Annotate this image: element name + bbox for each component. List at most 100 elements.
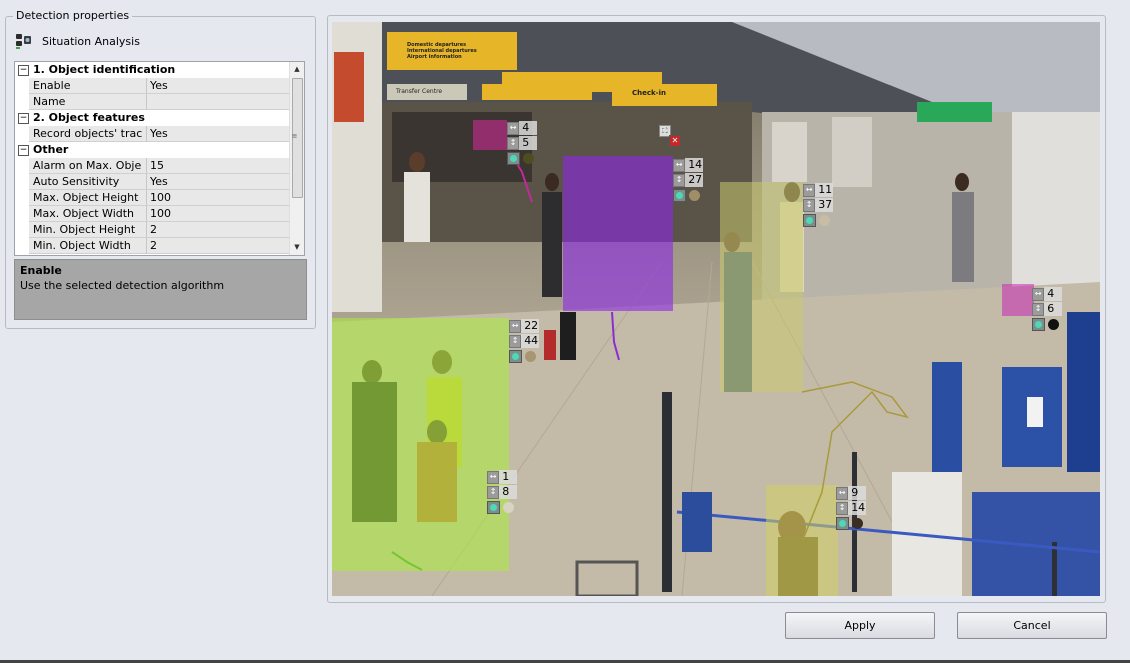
height-icon: ↕ [673, 173, 686, 187]
property-row-name[interactable]: Name [15, 94, 289, 110]
detection-height: 44 [521, 334, 539, 348]
detection-height: 14 [848, 501, 866, 515]
detection-label: ↔ 11 ↕ 37 [803, 183, 833, 229]
height-icon: ↕ [803, 198, 816, 212]
detection-properties-title: Detection properties [13, 9, 133, 22]
property-name: Max. Object Height [29, 190, 146, 206]
width-icon: ↔ [1032, 287, 1045, 301]
description-title: Enable [20, 264, 62, 277]
color-swatch [525, 350, 536, 362]
height-icon: ↕ [507, 136, 520, 150]
close-icon[interactable]: ✕ [669, 135, 681, 147]
category-object-identification[interactable]: − 1. Object identification [15, 62, 289, 78]
color-swatch [503, 501, 514, 513]
cancel-button[interactable]: Cancel [957, 612, 1107, 639]
color-swatch [819, 214, 830, 226]
property-name: Min. Object Width [29, 238, 146, 254]
height-icon: ↕ [487, 485, 500, 499]
scrollbar-grip-icon: ≡ [291, 132, 298, 140]
detection-height: 6 [1044, 302, 1062, 316]
property-value[interactable] [146, 94, 289, 110]
color-swatch [523, 152, 534, 164]
property-name: Max. Object Width [29, 206, 146, 222]
color-swatch [1048, 318, 1059, 330]
property-row-auto-sensitivity[interactable]: Auto Sensitivity Yes [15, 174, 289, 190]
category-other[interactable]: − Other [15, 142, 289, 158]
property-value[interactable]: Yes [146, 78, 289, 94]
height-icon: ↕ [509, 334, 522, 348]
detection-width: 11 [815, 183, 833, 197]
track-icon [487, 500, 500, 514]
detection-label: ↔ 4 ↕ 6 [1032, 287, 1062, 333]
property-value[interactable]: 2 [146, 222, 289, 238]
property-value[interactable]: 2 [146, 238, 289, 254]
detection-width: 1 [499, 470, 517, 484]
property-name: Name [29, 94, 146, 110]
detection-width: 9 [848, 486, 866, 500]
apply-button[interactable]: Apply [785, 612, 935, 639]
detection-width: 14 [685, 158, 703, 172]
track-icon [507, 151, 520, 165]
property-row-max-object-width[interactable]: Max. Object Width 100 [15, 206, 289, 222]
detection-label: ↔ 4 ↕ 5 [507, 121, 537, 167]
property-value[interactable]: Yes [146, 174, 289, 190]
detection-height: 37 [815, 198, 833, 212]
color-swatch [852, 517, 863, 529]
height-icon: ↕ [836, 501, 849, 515]
detection-label: ↔ 14 ↕ 27 [673, 158, 703, 204]
detection-label: ↔ 9 ↕ 14 [836, 486, 866, 532]
collapse-icon[interactable]: − [18, 113, 29, 124]
trajectory-lines [391, 151, 909, 571]
collapse-icon[interactable]: − [18, 145, 29, 156]
width-icon: ↔ [836, 486, 849, 500]
width-icon: ↔ [803, 183, 816, 197]
scroll-down-arrow-icon[interactable]: ▼ [290, 240, 304, 254]
video-frame: Domestic departures International depart… [327, 15, 1106, 603]
color-swatch [689, 189, 700, 201]
property-value[interactable]: 100 [146, 190, 289, 206]
width-icon: ↔ [487, 470, 500, 484]
detection-height: 8 [499, 485, 517, 499]
detection-width: 22 [521, 319, 539, 333]
category-object-features[interactable]: − 2. Object features [15, 110, 289, 126]
track-icon [509, 349, 522, 363]
track-icon [673, 188, 686, 202]
algorithm-header: Situation Analysis [14, 30, 140, 52]
description-text: Use the selected detection algorithm [20, 279, 225, 292]
detection-label: ↔ 22 ↕ 44 [509, 319, 539, 365]
property-grid[interactable]: − 1. Object identification Enable Yes Na… [14, 61, 305, 256]
property-description: Enable Use the selected detection algori… [14, 259, 307, 320]
property-value[interactable]: 100 [146, 206, 289, 222]
detection-width: 4 [519, 121, 537, 135]
property-row-enable[interactable]: Enable Yes [15, 78, 289, 94]
property-row-min-object-width[interactable]: Min. Object Width 2 [15, 238, 289, 254]
algorithm-name: Situation Analysis [42, 34, 140, 48]
height-icon: ↕ [1032, 302, 1045, 316]
property-name: Alarm on Max. Obje [29, 158, 146, 174]
property-row-max-object-height[interactable]: Max. Object Height 100 [15, 190, 289, 206]
property-name: Record objects' trac [29, 126, 146, 142]
track-icon [836, 516, 849, 530]
property-grid-scrollbar[interactable]: ▲ ≡ ▼ [289, 62, 304, 255]
property-name: Enable [29, 78, 146, 94]
detection-label: ↔ 1 ↕ 8 [487, 470, 517, 516]
width-icon: ↔ [673, 158, 686, 172]
track-icon [1032, 317, 1045, 331]
property-value[interactable]: Yes [146, 126, 289, 142]
property-value[interactable]: 15 [146, 158, 289, 174]
detection-height: 27 [685, 173, 703, 187]
property-name: Min. Object Height [29, 222, 146, 238]
situation-analysis-icon [14, 31, 34, 51]
property-name: Auto Sensitivity [29, 174, 146, 190]
camera-view[interactable]: Domestic departures International depart… [332, 22, 1100, 596]
property-row-alarm-max-objects[interactable]: Alarm on Max. Obje 15 [15, 158, 289, 174]
property-row-record-tracks[interactable]: Record objects' trac Yes [15, 126, 289, 142]
width-icon: ↔ [507, 121, 520, 135]
detection-height: 5 [519, 136, 537, 150]
scroll-up-arrow-icon[interactable]: ▲ [290, 62, 304, 76]
track-icon [803, 213, 816, 227]
property-row-min-object-height[interactable]: Min. Object Height 2 [15, 222, 289, 238]
detection-width: 4 [1044, 287, 1062, 301]
collapse-icon[interactable]: − [18, 65, 29, 76]
width-icon: ↔ [509, 319, 522, 333]
